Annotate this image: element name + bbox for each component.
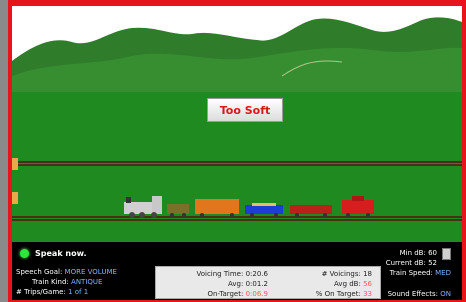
current-db-row: Current dB: 52 bbox=[386, 259, 437, 268]
voicing-time-row: Voicing Time: 0:20.6 bbox=[196, 270, 268, 279]
landscape bbox=[12, 6, 462, 242]
train-speed-value[interactable]: MED bbox=[435, 269, 451, 277]
avg-db-value: 56 bbox=[363, 280, 372, 288]
game-frame: Too Soft Speak now. Speech Goal: MORE VO… bbox=[8, 0, 466, 302]
avg-db-row: Avg dB: 56 bbox=[334, 280, 372, 289]
train-speed-label: Train Speed: bbox=[389, 269, 433, 277]
speech-goal-label: Speech Goal: bbox=[16, 268, 63, 276]
train-kind-label: Train Kind: bbox=[32, 278, 69, 286]
speak-indicator-icon bbox=[20, 249, 29, 258]
sound-effects-label: Sound Effects: bbox=[387, 290, 439, 298]
avg-time-label: Avg: bbox=[228, 280, 244, 288]
train-speed-row: Train Speed: MED bbox=[390, 269, 451, 278]
speech-goal-value[interactable]: MORE VOLUME bbox=[65, 268, 117, 276]
trips-row: # Trips/Game: 1 of 1 bbox=[16, 288, 88, 297]
pct-on-target-label: % On Target: bbox=[315, 290, 361, 298]
avg-db-label: Avg dB: bbox=[334, 280, 361, 288]
min-db-row: Min dB: 60 bbox=[400, 249, 437, 258]
voicing-time-value: 0:20.6 bbox=[245, 270, 268, 278]
avg-time-row: Avg: 0:01.2 bbox=[228, 280, 268, 289]
current-db-value: 52 bbox=[428, 259, 437, 267]
feedback-sign: Too Soft bbox=[207, 98, 283, 122]
avg-time-value: 0:01.2 bbox=[245, 280, 268, 288]
on-target-time-value: 0:06.9 bbox=[245, 290, 268, 298]
voicing-time-label: Voicing Time: bbox=[196, 270, 244, 278]
current-db-label: Current dB: bbox=[385, 259, 426, 267]
train-kind-value[interactable]: ANTIQUE bbox=[71, 278, 102, 286]
voicings-row: # Voicings: 18 bbox=[322, 270, 372, 279]
sound-effects-value[interactable]: ON bbox=[440, 290, 451, 298]
min-db-value: 60 bbox=[428, 249, 437, 257]
speech-goal-row: Speech Goal: MORE VOLUME bbox=[16, 268, 117, 277]
voicings-value: 18 bbox=[363, 270, 372, 278]
trips-label: # Trips/Game: bbox=[16, 288, 66, 296]
stats-box: Voicing Time: 0:20.6 Avg: 0:01.2 On-Targ… bbox=[155, 266, 381, 299]
min-db-stepper[interactable] bbox=[442, 248, 451, 260]
train-kind-row: Train Kind: ANTIQUE bbox=[32, 278, 102, 287]
on-target-time-label: On-Target: bbox=[207, 290, 244, 298]
on-target-time-row: On-Target: 0:06.9 bbox=[208, 290, 269, 299]
game-scene: Too Soft bbox=[12, 6, 462, 242]
status-text: Speak now. bbox=[35, 249, 87, 258]
trips-value[interactable]: 1 of 1 bbox=[68, 288, 88, 296]
control-panel: Speak now. Speech Goal: MORE VOLUME Trai… bbox=[12, 242, 462, 300]
voicings-label: # Voicings: bbox=[321, 270, 361, 278]
min-db-label: Min dB: bbox=[399, 249, 426, 257]
feedback-sign-text: Too Soft bbox=[219, 103, 271, 117]
pct-on-target-value: 33 bbox=[363, 290, 372, 298]
sound-effects-row: Sound Effects: ON bbox=[388, 290, 451, 299]
pct-on-target-row: % On Target: 33 bbox=[316, 290, 372, 299]
